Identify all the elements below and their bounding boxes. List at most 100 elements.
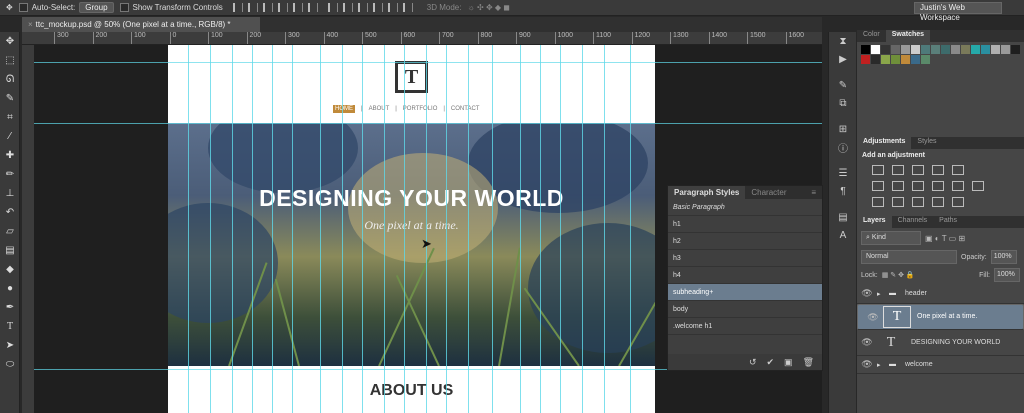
shape-tool-icon[interactable]: ⬭ <box>0 355 20 374</box>
color-swatch[interactable] <box>961 45 970 54</box>
gradient-tool-icon[interactable]: ▤ <box>0 241 20 260</box>
vertical-guide[interactable] <box>320 45 321 413</box>
lock-icons[interactable]: ▦ ✎ ✥ 🔒 <box>882 271 915 279</box>
vertical-guide[interactable] <box>232 45 233 413</box>
color-swatch[interactable] <box>881 45 890 54</box>
photo-filter-icon[interactable] <box>932 181 944 191</box>
levels-icon[interactable] <box>892 165 904 175</box>
expand-arrow-icon[interactable]: ▸ <box>877 290 889 298</box>
crop-tool-icon[interactable]: ⌗ <box>0 108 20 127</box>
tab-styles[interactable]: Styles <box>911 137 942 149</box>
blend-mode-select[interactable]: Normal <box>861 250 957 264</box>
layer-kind-filter[interactable]: ⌕ Kind <box>861 231 921 245</box>
eye-icon[interactable]: 👁 <box>857 359 877 370</box>
color-swatch[interactable] <box>941 45 950 54</box>
pen-tool-icon[interactable]: ✒ <box>0 298 20 317</box>
vertical-guide[interactable] <box>582 45 583 413</box>
color-swatch[interactable] <box>891 45 900 54</box>
document-tab[interactable]: × ttc_mockup.psd @ 50% (One pixel at a ti… <box>22 17 260 32</box>
horizontal-guide[interactable] <box>34 123 822 124</box>
style-row[interactable]: h3 <box>668 250 822 267</box>
color-swatch[interactable] <box>921 55 930 64</box>
align-hcenter-icon[interactable] <box>292 3 303 12</box>
move-tool-icon[interactable]: ✥ <box>0 32 20 51</box>
redefine-style-icon[interactable]: ✔ <box>767 357 775 368</box>
vertical-guide[interactable] <box>188 45 189 413</box>
tab-paths[interactable]: Paths <box>933 216 963 228</box>
selective-color-icon[interactable] <box>952 197 964 207</box>
navigator-icon[interactable]: ⊞ <box>829 120 857 138</box>
vertical-ruler[interactable] <box>22 45 34 413</box>
eye-icon[interactable]: 👁 <box>863 312 883 322</box>
style-row[interactable]: h2 <box>668 233 822 250</box>
style-row[interactable]: h4 <box>668 267 822 284</box>
posterize-icon[interactable] <box>892 197 904 207</box>
type-tool-icon[interactable]: T <box>0 317 20 336</box>
vertical-guide[interactable] <box>272 45 273 413</box>
distribute-left-icon[interactable] <box>372 3 383 12</box>
3d-tools-icons[interactable]: ☼ ✣ ✥ ◆ ◼ <box>467 3 509 12</box>
align-top-icon[interactable] <box>232 3 243 12</box>
layer-filter-icons[interactable]: ▣ ◐ T ▭ ⊞ <box>925 234 965 243</box>
color-swatch[interactable] <box>971 45 980 54</box>
vibrance-icon[interactable] <box>952 165 964 175</box>
vertical-guide[interactable] <box>210 45 211 413</box>
expand-arrow-icon[interactable]: ▸ <box>877 361 889 369</box>
hue-saturation-icon[interactable] <box>872 181 884 191</box>
tab-swatches[interactable]: Swatches <box>885 30 931 42</box>
auto-select-option[interactable]: Auto-Select: Group <box>18 2 114 13</box>
tab-channels[interactable]: Channels <box>892 216 934 228</box>
opacity-input[interactable]: 100% <box>990 250 1017 264</box>
layer-row-group[interactable]: 👁 ▸ ▬ header <box>857 284 1024 304</box>
color-swatch[interactable] <box>951 45 960 54</box>
eye-icon[interactable]: 👁 <box>857 337 877 348</box>
style-row-selected[interactable]: subheading+ <box>668 284 822 301</box>
style-row[interactable]: body <box>668 301 822 318</box>
invert-icon[interactable] <box>872 197 884 207</box>
fill-input[interactable]: 100% <box>994 268 1020 282</box>
distribute-vcenter-icon[interactable] <box>342 3 353 12</box>
layer-row-group[interactable]: 👁 ▸ ▬ welcome <box>857 356 1024 374</box>
vertical-guide[interactable] <box>426 45 427 413</box>
vertical-guide[interactable] <box>540 45 541 413</box>
channel-mixer-icon[interactable] <box>952 181 964 191</box>
horizontal-guide[interactable] <box>34 62 822 63</box>
exposure-icon[interactable] <box>932 165 944 175</box>
vertical-guide[interactable] <box>468 45 469 413</box>
black-white-icon[interactable] <box>912 181 924 191</box>
healing-tool-icon[interactable]: ✚ <box>0 146 20 165</box>
color-swatch[interactable] <box>881 55 890 64</box>
layer-row-text-selected[interactable]: 👁 T One pixel at a time. <box>857 304 1024 330</box>
tab-layers[interactable]: Layers <box>857 216 892 228</box>
align-left-icon[interactable] <box>277 3 288 12</box>
dodge-tool-icon[interactable]: ● <box>0 279 20 298</box>
delete-style-icon[interactable]: 🗑 <box>803 357 814 368</box>
vertical-guide[interactable] <box>384 45 385 413</box>
clear-override-icon[interactable]: ↺ <box>749 357 757 368</box>
color-swatch[interactable] <box>931 45 940 54</box>
align-vcenter-icon[interactable] <box>247 3 258 12</box>
align-right-icon[interactable] <box>307 3 318 12</box>
vertical-guide[interactable] <box>342 45 343 413</box>
character-styles-icon[interactable]: A <box>829 226 857 244</box>
curves-icon[interactable] <box>912 165 924 175</box>
auto-select-dropdown[interactable]: Group <box>79 2 114 13</box>
vertical-guide[interactable] <box>362 45 363 413</box>
new-style-icon[interactable]: ▣ <box>784 357 793 368</box>
color-swatch[interactable] <box>901 55 910 64</box>
align-bottom-icon[interactable] <box>262 3 273 12</box>
vertical-guide[interactable] <box>604 45 605 413</box>
history-brush-icon[interactable]: ↶ <box>0 203 20 222</box>
eraser-tool-icon[interactable]: ▱ <box>0 222 20 241</box>
style-row[interactable]: Basic Paragraph <box>668 199 822 216</box>
color-swatch[interactable] <box>871 45 880 54</box>
clone-source-icon[interactable]: ⧉ <box>829 94 857 112</box>
style-row[interactable]: .welcome h1 <box>668 318 822 335</box>
tab-paragraph-styles[interactable]: Paragraph Styles <box>668 186 746 199</box>
threshold-icon[interactable] <box>912 197 924 207</box>
color-swatch[interactable] <box>861 55 870 64</box>
show-transform-option[interactable]: Show Transform Controls <box>119 3 223 12</box>
color-swatch[interactable] <box>911 55 920 64</box>
vertical-guide[interactable] <box>292 45 293 413</box>
color-swatch[interactable] <box>911 45 920 54</box>
